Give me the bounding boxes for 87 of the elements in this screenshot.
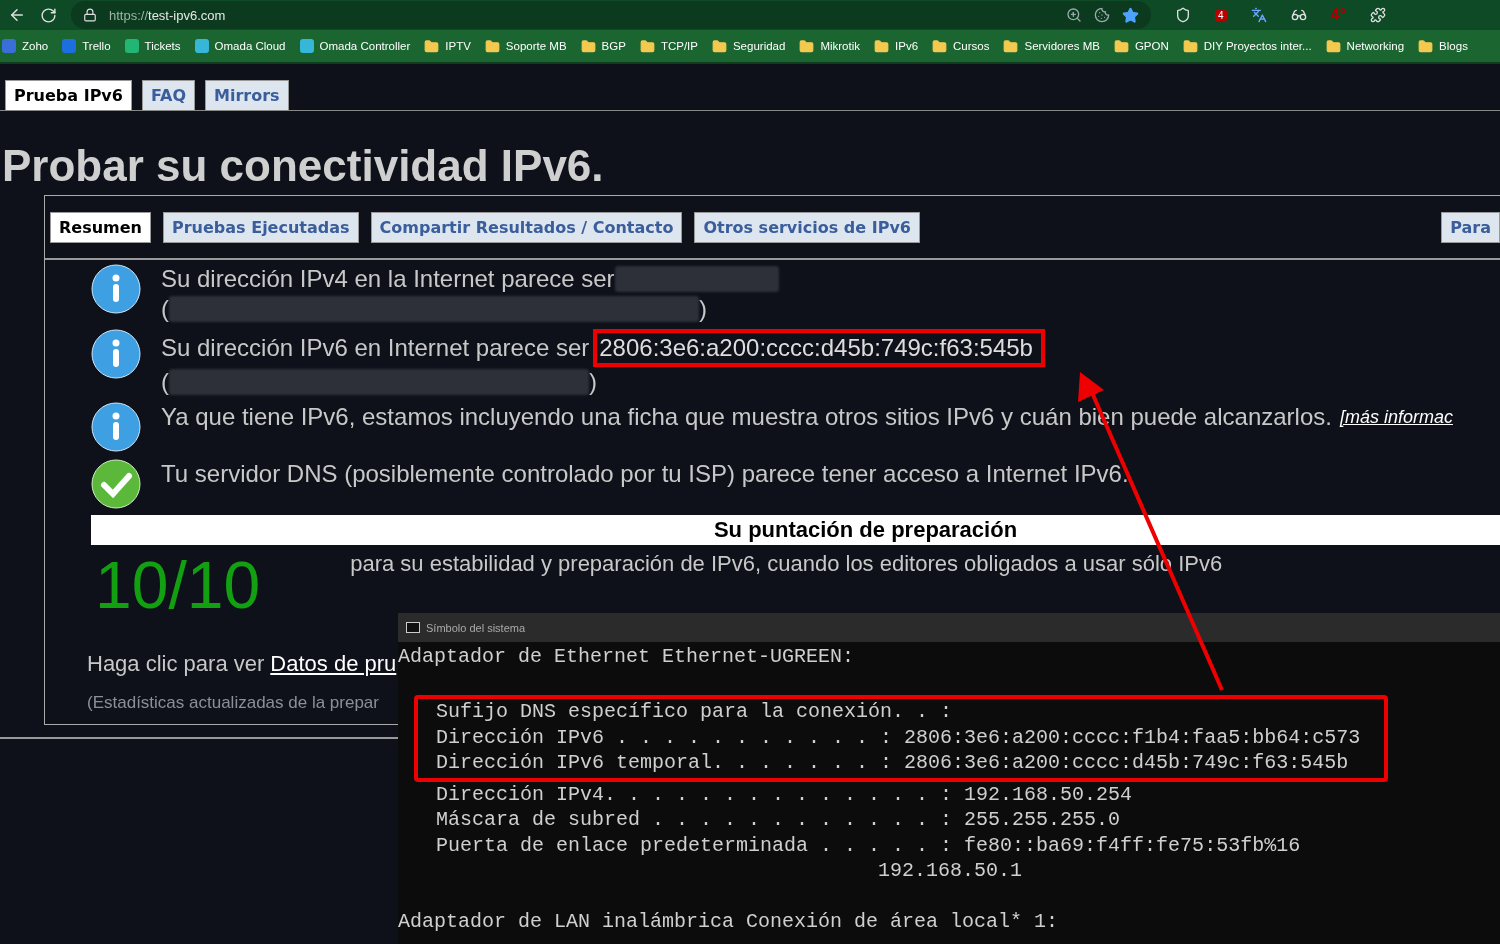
checkmark-icon (91, 459, 141, 509)
folder-icon (874, 38, 889, 54)
panel-tab[interactable]: Otros servicios de IPv6 (694, 212, 920, 243)
folder-icon (580, 38, 596, 54)
glasses-icon[interactable] (1290, 7, 1307, 23)
terminal-line: Dirección IPv6 . . . . . . . . . . . : 2806:3e6:a200:cccc:f1b4:faa5:bb64:c573 (436, 724, 1362, 750)
site-icon (299, 39, 314, 53)
terminal-line: Adaptador de Ethernet Ethernet-UGREEN: (398, 644, 856, 670)
folder-icon (639, 38, 655, 54)
site-tab[interactable]: Prueba IPv6 (5, 80, 132, 110)
bookmark[interactable]: Blogs (1418, 38, 1468, 54)
bookmark[interactable]: Trello (62, 39, 111, 53)
bookmark[interactable]: TCP/IP (639, 38, 698, 54)
terminal-line: Adaptador de LAN inalámbrica Conexión de área local* 1: (398, 909, 1060, 935)
terminal-line: Puerta de enlace predeterminada . . . . . : fe80::ba69:f4ff:fe75:53fb%16 (435, 832, 1302, 858)
bookmark[interactable]: Servidores MB (1003, 38, 1100, 54)
info-icon (91, 264, 141, 314)
address-bar[interactable]: https://test-ipv6.com (71, 1, 1151, 29)
details-text: Haga clic para ver (87, 651, 265, 676)
bookmark[interactable]: Tickets (124, 39, 181, 53)
site-tab[interactable]: Mirrors (205, 80, 289, 110)
refresh-icon[interactable] (40, 6, 57, 24)
ipv6-address: 2806:3e6:a200:cccc:d45b:749c:f63:545b (593, 329, 1045, 367)
bookmark[interactable]: Mikrotik (799, 38, 860, 54)
info-icon (91, 402, 141, 452)
terminal-line: Sufijo DNS específico para la conexión. . : (436, 699, 954, 725)
terminal-line: 192.168.50.1 (877, 858, 1024, 884)
paren-text: ) (699, 294, 707, 324)
panel-tab[interactable]: Para (1441, 212, 1500, 243)
bookmark[interactable]: Soporte MB (484, 38, 567, 54)
score-value: 10/10 (95, 547, 261, 624)
cookie-icon[interactable] (1094, 7, 1110, 23)
bookmark[interactable]: BGP (580, 38, 626, 54)
folder-icon (799, 38, 815, 54)
bookmark[interactable]: Seguridad (711, 38, 786, 54)
bookmark[interactable]: IPv6 (874, 38, 919, 54)
folder-icon (1113, 38, 1129, 54)
bookmark[interactable]: DIY Proyectos inter... (1182, 38, 1312, 54)
folder-icon (711, 38, 727, 54)
site-tab[interactable]: FAQ (141, 80, 195, 110)
paren-text: ( (161, 367, 169, 397)
terminal-icon (406, 622, 420, 633)
zoom-icon[interactable] (1066, 7, 1082, 23)
score-heading: Su puntación de preparación (91, 515, 1500, 545)
bookmark[interactable]: IPTV (424, 38, 471, 54)
translate-icon[interactable] (1250, 7, 1267, 23)
bookmark[interactable]: Zoho (2, 39, 49, 53)
more-info-link[interactable]: [más informac (1339, 402, 1453, 432)
message-text: Su dirección IPv4 en la Internet parece ser (161, 264, 615, 294)
site-icon (194, 39, 209, 53)
bookmark[interactable]: Cursos (932, 38, 990, 54)
star-icon[interactable] (1122, 6, 1139, 24)
bookmark[interactable]: Networking (1325, 38, 1405, 54)
folder-icon (932, 38, 948, 54)
page-title: Probar su conectividad IPv6. (1, 141, 605, 191)
terminal-line: Dirección IPv4. . . . . . . . . . . . . . : 192.168.50.254 (435, 781, 1134, 807)
folder-icon (1325, 38, 1341, 54)
puzzle-icon[interactable] (1369, 7, 1386, 23)
info-icon (91, 329, 141, 379)
message-text: Su dirección IPv6 en Internet parece ser (161, 333, 590, 363)
site-icon (62, 39, 77, 53)
extension-badge[interactable]: 4 (1215, 9, 1227, 21)
bookmark[interactable]: GPON (1113, 38, 1169, 54)
bookmark[interactable]: Omada Cloud (194, 39, 286, 53)
folder-icon (484, 38, 500, 54)
terminal-line: Máscara de subred . . . . . . . . . . . . : 255.255.255.0 (435, 807, 1122, 833)
terminal-title: Símbolo del sistema (426, 621, 526, 634)
message-text: Tu servidor DNS (posiblemente controlado por tu ISP) parece tener acceso a Internet IPv6. (161, 459, 1129, 489)
panel-tab[interactable]: Resumen (50, 212, 151, 243)
terminal-line: Dirección IPv6 temporal. . . . . . . : 2806:3e6:a200:cccc:d45b:749c:f63:545b (436, 750, 1350, 776)
paren-text: ) (589, 367, 597, 397)
paren-text: ( (161, 294, 169, 324)
panel-tab[interactable]: Compartir Resultados / Contacto (370, 212, 683, 243)
folder-icon (1003, 38, 1019, 54)
url-text: https://test-ipv6.com (109, 7, 226, 23)
folder-icon (1182, 38, 1198, 54)
lock-icon (83, 8, 97, 22)
site-icon (2, 39, 16, 53)
shield-icon[interactable] (1175, 7, 1191, 23)
folder-icon (1418, 38, 1434, 54)
stats-text: (Estadísticas actualizadas de la prepar (87, 693, 379, 713)
back-icon[interactable] (8, 6, 26, 24)
panel-tab[interactable]: Pruebas Ejecutadas (163, 212, 359, 243)
details-link[interactable]: Datos de pru (270, 651, 397, 676)
folder-icon (424, 38, 440, 54)
site-icon (124, 39, 139, 53)
bookmark[interactable]: Omada Controller (299, 39, 411, 53)
